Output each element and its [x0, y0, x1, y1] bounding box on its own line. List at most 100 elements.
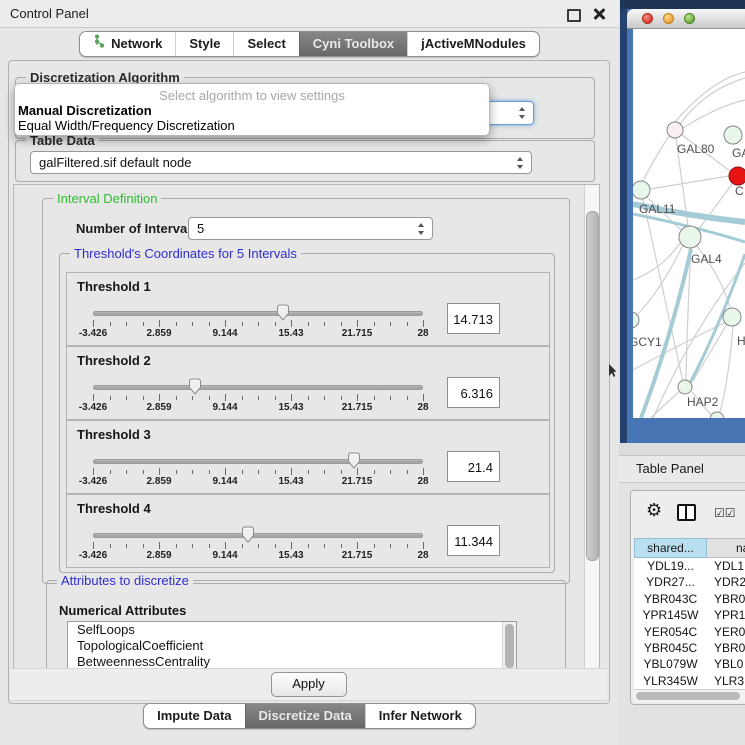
intervals-count-select[interactable]: 5 [188, 217, 433, 240]
table-row[interactable]: YBR045CYBR0 [634, 640, 745, 656]
close-icon[interactable] [593, 8, 605, 20]
tab-infer-network[interactable]: Infer Network [365, 704, 475, 728]
network-canvas[interactable]: GAL80GACGAL11GAL4HGCY1HAP2 [633, 28, 745, 418]
select-columns-icon[interactable]: ☑☑ [714, 506, 736, 520]
attribute-list-item[interactable]: SelfLoops [68, 622, 516, 638]
slider-tick [93, 394, 94, 401]
split-columns-icon[interactable] [677, 504, 696, 521]
slider-tick [291, 468, 292, 475]
slider-tick-label: 9.144 [212, 550, 237, 561]
zoom-traffic-light-icon[interactable] [684, 13, 695, 24]
table-row[interactable]: YER054CYER0 [634, 624, 745, 640]
dropdown-option-equal-width-frequency[interactable]: Equal Width/Frequency Discretization [18, 118, 235, 133]
table-row[interactable]: YBR043CYBR0 [634, 591, 745, 607]
network-node[interactable] [723, 308, 741, 326]
tab-jactivemnodules[interactable]: jActiveMNodules [407, 32, 539, 56]
apply-button[interactable]: Apply [271, 672, 347, 697]
table-data-select[interactable]: galFiltered.sif default node [30, 151, 532, 174]
tab-cyni-toolbox[interactable]: Cyni Toolbox [299, 32, 407, 56]
tab-network[interactable]: Network [80, 32, 175, 56]
dropdown-option-manual-discretization[interactable]: Manual Discretization [18, 103, 152, 118]
slider-tick [423, 468, 424, 475]
node-label: GAL4 [691, 252, 722, 266]
tab-impute-data[interactable]: Impute Data [144, 704, 244, 728]
table-row[interactable]: YLR345WYLR3 [634, 673, 745, 689]
settings-scroll-pane: Interval Definition Number of Intervals … [13, 184, 600, 670]
network-node[interactable] [679, 226, 701, 248]
right-region: GAL80GACGAL11GAL4HGCY1HAP2 Table Panel ⚙… [619, 0, 745, 745]
slider-tick-label: 28 [417, 476, 428, 487]
slider-tick-label: 9.144 [212, 402, 237, 413]
float-window-icon[interactable] [567, 9, 581, 22]
node-table-card: ⚙ ☑☑ shared... na YDL19...YDL1YDR27...YD… [630, 490, 745, 705]
tab-label: Cyni Toolbox [313, 32, 394, 56]
table-row[interactable]: YDL19...YDL1 [634, 558, 745, 574]
column-header-shared-name[interactable]: shared... [634, 538, 707, 558]
attributes-group-label: Attributes to discretize [57, 573, 193, 588]
numerical-attributes-list[interactable]: SelfLoopsTopologicalCoefficientBetweenne… [67, 621, 517, 670]
slider-tick-label: 2.859 [146, 550, 171, 561]
cell-name: YDR2 [707, 574, 745, 590]
network-node[interactable] [710, 412, 724, 418]
slider-thumb[interactable] [188, 378, 202, 395]
panel-divider[interactable] [619, 443, 745, 455]
slider-track[interactable] [93, 533, 423, 538]
threshold-value-field[interactable]: 11.344 [447, 525, 500, 556]
table-row[interactable]: YDR27...YDR2 [634, 574, 745, 590]
network-node[interactable] [667, 122, 683, 138]
threshold-panel: Threshold 1-3.4262.8599.14415.4321.71528… [66, 272, 550, 346]
threshold-value-field[interactable]: 21.4 [447, 451, 500, 482]
table-data-group: Table Data galFiltered.sif default node [15, 140, 595, 182]
column-header-name[interactable]: na [707, 538, 745, 558]
slider-track[interactable] [93, 311, 423, 316]
node-label: C [735, 184, 744, 198]
window-frame-edge [620, 0, 627, 443]
horizontal-scrollbar-thumb[interactable] [636, 692, 740, 700]
tab-style[interactable]: Style [175, 32, 233, 56]
slider-tick [258, 396, 259, 400]
tab-discretize-data[interactable]: Discretize Data [245, 704, 365, 728]
close-traffic-light-icon[interactable] [642, 13, 653, 24]
slider-tick-label: 2.859 [146, 328, 171, 339]
scrollbar-thumb[interactable] [586, 211, 599, 561]
slider-tick-label: 2.859 [146, 402, 171, 413]
network-node[interactable] [724, 126, 742, 144]
node-label: GAL80 [677, 142, 715, 156]
network-edge [643, 136, 669, 181]
slider-track[interactable] [93, 385, 423, 390]
threshold-label: Threshold 1 [77, 279, 151, 294]
slider-tick [258, 322, 259, 326]
list-scrollbar-thumb[interactable] [505, 624, 514, 668]
slider-tick [275, 322, 276, 326]
attribute-list-item[interactable]: TopologicalCoefficient [68, 638, 516, 654]
threshold-value-field[interactable]: 14.713 [447, 303, 500, 334]
horizontal-scrollbar-track[interactable] [634, 689, 745, 702]
slider-tick [341, 544, 342, 548]
slider-tick-label: 2.859 [146, 476, 171, 487]
table-row[interactable]: YBL079WYBL0 [634, 656, 745, 672]
network-icon [93, 32, 106, 56]
list-scrollbar-track[interactable] [502, 622, 516, 670]
table-row[interactable]: YPR145WYPR1 [634, 607, 745, 623]
slider-thumb[interactable] [347, 452, 361, 469]
slider-tick [176, 322, 177, 326]
threshold-value-field[interactable]: 6.316 [447, 377, 500, 408]
node-label: H [737, 334, 745, 348]
minimize-traffic-light-icon[interactable] [663, 13, 674, 24]
slider-tick [390, 544, 391, 548]
apply-row: Apply [10, 668, 607, 701]
slider-tick [225, 394, 226, 401]
network-node[interactable] [729, 167, 745, 185]
cell-shared-name: YDR27... [634, 574, 707, 590]
slider-tick-label: 21.715 [342, 476, 373, 487]
gear-icon[interactable]: ⚙ [646, 500, 662, 520]
slider-tick [93, 542, 94, 549]
slider-track[interactable] [93, 459, 423, 464]
slider-thumb[interactable] [276, 304, 290, 321]
threshold-panel: Threshold 4-3.4262.8599.14415.4321.71528… [66, 494, 550, 568]
network-node[interactable] [633, 181, 650, 199]
network-node[interactable] [678, 380, 692, 394]
tab-select[interactable]: Select [233, 32, 298, 56]
slider-thumb[interactable] [241, 526, 255, 543]
table-data-value: galFiltered.sif default node [39, 155, 191, 170]
